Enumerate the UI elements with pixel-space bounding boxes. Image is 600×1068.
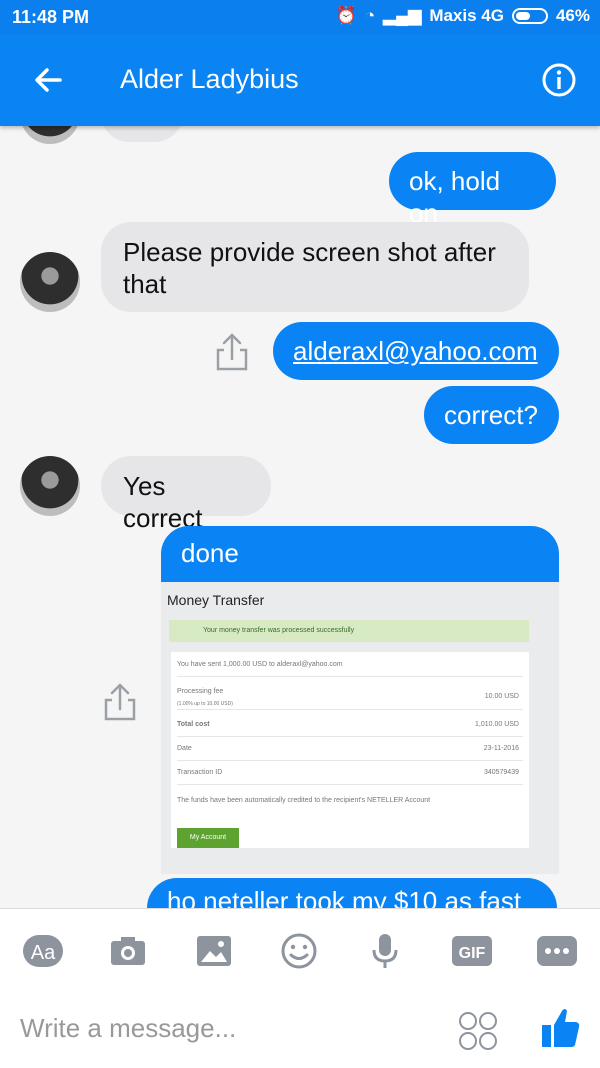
message-bubble-outgoing[interactable]: alderaxl@yahoo.com xyxy=(273,322,559,380)
carrier-label: Maxis 4G xyxy=(429,6,504,25)
message-text: Yes correct xyxy=(123,471,203,533)
contact-avatar[interactable] xyxy=(20,456,80,516)
alarm-icon: ⏰ xyxy=(335,6,357,25)
message-text: correct? xyxy=(444,400,538,430)
emoji-icon[interactable] xyxy=(458,1011,498,1051)
fee-label: Processing fee xyxy=(177,688,224,695)
gallery-icon[interactable] xyxy=(194,931,234,971)
transaction-value: 340579439 xyxy=(483,769,519,776)
message-text: ho neteller took my $10 as fast xyxy=(167,886,522,908)
date-row: Date 23-11-2016 xyxy=(177,738,523,761)
text-format-icon[interactable]: Aa xyxy=(22,931,64,971)
sticker-icon[interactable] xyxy=(279,931,319,971)
status-bar: 11:48 PM ⏰ ◔ ▂▄▆ Maxis 4G 46% xyxy=(0,0,600,34)
camera-icon[interactable] xyxy=(108,931,148,971)
sent-row: You have sent 1,000.00 USD to alderaxl@y… xyxy=(177,654,523,677)
message-bubble-outgoing[interactable]: ok, hold on xyxy=(389,152,556,228)
my-account-button: My Account xyxy=(177,828,239,848)
message-bubble-partial[interactable] xyxy=(101,126,183,142)
message-input[interactable]: Write a message... xyxy=(20,1013,236,1044)
more-options-icon[interactable] xyxy=(536,931,578,971)
battery-level: 46% xyxy=(555,6,590,25)
status-time: 11:48 PM xyxy=(12,7,90,27)
transfer-details-panel: You have sent 1,000.00 USD to alderaxl@y… xyxy=(171,652,529,848)
image-attachment-message[interactable]: done Money Transfer Your money transfer … xyxy=(161,526,559,874)
thumbs-up-icon[interactable] xyxy=(540,1005,580,1049)
success-text: Your money transfer was processed succes… xyxy=(203,627,355,634)
share-icon[interactable] xyxy=(214,332,250,372)
fee-sub: (1.00% up to 10.00 USD) xyxy=(177,701,233,707)
transaction-row: Transaction ID 340579439 xyxy=(177,762,523,785)
share-icon[interactable] xyxy=(102,682,138,722)
message-bubble-outgoing-partial[interactable]: ho neteller took my $10 as fast xyxy=(147,878,557,908)
microphone-icon[interactable] xyxy=(365,931,405,971)
composer-bar: Aa GIF Write a message... xyxy=(0,908,600,1068)
status-indicators: ⏰ ◔ ▂▄▆ Maxis 4G 46% xyxy=(336,6,590,26)
date-label: Date xyxy=(177,745,192,752)
fee-row: Processing fee (1.00% up to 10.00 USD) 1… xyxy=(177,682,523,710)
battery-icon xyxy=(511,8,548,24)
note-text: The funds have been automatically credit… xyxy=(177,797,431,804)
message-bubble-incoming[interactable]: Please provide screen shot after that xyxy=(101,222,529,312)
screenshot-title: Money Transfer xyxy=(167,592,265,608)
back-arrow-icon[interactable] xyxy=(30,62,66,98)
email-link[interactable]: alderaxl@yahoo.com xyxy=(293,336,538,366)
note-row: The funds have been automatically credit… xyxy=(177,790,523,812)
wifi-icon: ◔ xyxy=(364,6,376,25)
aa-label: Aa xyxy=(31,942,56,964)
sent-text: You have sent 1,000.00 USD to alderaxl@y… xyxy=(177,661,343,668)
total-label: Total cost xyxy=(177,721,210,728)
fee-value: 10.00 USD xyxy=(484,693,519,700)
transaction-label: Transaction ID xyxy=(177,769,223,776)
message-text: done xyxy=(181,538,239,568)
message-bubble-outgoing[interactable]: correct? xyxy=(424,386,559,444)
transfer-screenshot-image[interactable]: Money Transfer Your money transfer was p… xyxy=(161,582,559,874)
message-text: Please provide screen shot after that xyxy=(123,237,496,299)
total-row: Total cost 1,010.00 USD xyxy=(177,714,523,737)
info-icon[interactable] xyxy=(541,62,577,98)
gif-label: GIF xyxy=(459,945,486,962)
message-list[interactable]: ok, hold on Please provide screen shot a… xyxy=(0,126,600,908)
total-value: 1,010.00 USD xyxy=(475,721,519,728)
message-text: ok, hold on xyxy=(409,166,501,228)
contact-name[interactable]: Alder Ladybius xyxy=(120,64,299,95)
contact-avatar[interactable] xyxy=(20,126,80,144)
conversation-header: Alder Ladybius xyxy=(0,34,600,126)
contact-avatar[interactable] xyxy=(20,252,80,312)
success-banner: Your money transfer was processed succes… xyxy=(169,620,529,642)
attachment-caption: done xyxy=(161,526,559,582)
gif-icon[interactable]: GIF xyxy=(451,931,493,971)
date-value: 23-11-2016 xyxy=(483,745,519,752)
message-bubble-incoming[interactable]: Yes correct xyxy=(101,456,271,533)
signal-icon: ▂▄▆ xyxy=(383,6,422,25)
